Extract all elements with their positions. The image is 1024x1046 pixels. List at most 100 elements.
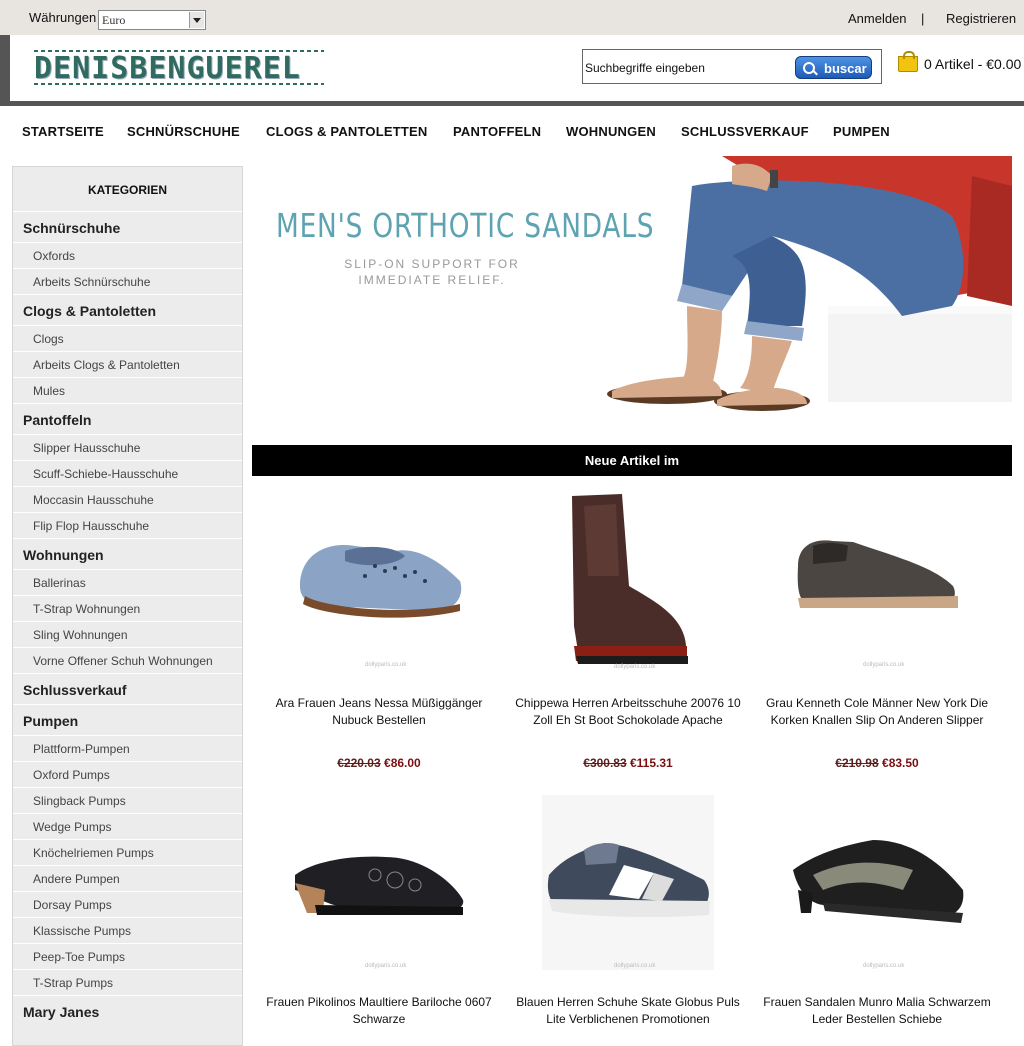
sidebar-item-23[interactable]: Knöchelriemen Pumps	[13, 839, 242, 865]
sidebar-item-24[interactable]: Andere Pumpen	[13, 865, 242, 891]
nav-item-pantoffeln[interactable]: PANTOFFELN	[453, 124, 541, 139]
sidebar-item-1[interactable]: Oxfords	[13, 242, 242, 268]
shopping-bag-icon[interactable]	[898, 51, 918, 72]
sidebar-item-2[interactable]: Arbeits Schnürschuhe	[13, 268, 242, 294]
currency-value: Euro	[102, 13, 126, 27]
nav-item-clogs[interactable]: CLOGS & PANTOLETTEN	[266, 124, 428, 139]
promo-banner[interactable]: MEN'S ORTHOTIC SANDALS SLIP-ON SUPPORT F…	[252, 156, 1012, 432]
sidebar-category-29[interactable]: Mary Janes	[13, 995, 242, 1026]
sidebar-item-label: Moccasin Hausschuhe	[33, 493, 154, 507]
sidebar-item-label: Mary Janes	[23, 1004, 100, 1020]
product-image-blue-sneaker[interactable]: dollyparis.co.uk	[504, 795, 752, 980]
sidebar-item-label: Flip Flop Hausschuhe	[33, 519, 150, 533]
product-image-black-sandal[interactable]: dollyparis.co.uk	[753, 795, 1001, 980]
sidebar-item-label: Schlussverkauf	[23, 682, 127, 698]
product-image-grey-slipon[interactable]: dollyparis.co.uk	[753, 486, 1001, 671]
sidebar-category-7[interactable]: Pantoffeln	[13, 403, 242, 434]
nav-item-startseite[interactable]: STARTSEITE	[22, 124, 104, 139]
sidebar-item-6[interactable]: Mules	[13, 377, 242, 403]
sidebar-item-22[interactable]: Wedge Pumps	[13, 813, 242, 839]
currency-select[interactable]: Euro	[98, 10, 206, 30]
sidebar-item-14[interactable]: T-Strap Wohnungen	[13, 595, 242, 621]
product-name-line1: Frauen Pikolinos Maultiere Bariloche 060…	[266, 995, 492, 1009]
sidebar-item-label: Sling Wohnungen	[33, 628, 128, 642]
banner-subtitle: SLIP-ON SUPPORT FOR IMMEDIATE RELIEF.	[262, 256, 602, 288]
sidebar-item-label: Peep-Toe Pumps	[33, 950, 126, 964]
search-icon	[803, 62, 815, 74]
product-image-brown-boot[interactable]: dollyparis.co.uk	[504, 486, 752, 671]
sidebar-item-28[interactable]: T-Strap Pumps	[13, 969, 242, 995]
register-link[interactable]: Registrieren	[946, 11, 1016, 26]
search-button[interactable]: buscar	[795, 56, 872, 79]
sidebar-item-13[interactable]: Ballerinas	[13, 569, 242, 595]
sidebar-item-label: Slipper Hausschuhe	[33, 441, 141, 455]
sidebar-item-27[interactable]: Peep-Toe Pumps	[13, 943, 242, 969]
sidebar-item-label: Pantoffeln	[23, 412, 92, 428]
sidebar-item-16[interactable]: Vorne Offener Schuh Wohnungen	[13, 647, 242, 673]
product-watermark: dollyparis.co.uk	[863, 963, 905, 969]
header: DENISBENGUEREL Suchbegriffe eingeben bus…	[10, 35, 1024, 101]
sidebar-item-label: Knöchelriemen Pumps	[33, 846, 154, 860]
nav-item-schlussverkauf[interactable]: SCHLUSSVERKAUF	[681, 124, 809, 139]
product-image-blue-loafer[interactable]: dollyparis.co.uk	[255, 486, 503, 671]
login-link[interactable]: Anmelden	[848, 11, 907, 26]
sidebar-item-20[interactable]: Oxford Pumps	[13, 761, 242, 787]
nav-item-pumpen[interactable]: PUMPEN	[833, 124, 890, 139]
sidebar-item-label: Slingback Pumps	[33, 794, 126, 808]
product-name[interactable]: Frauen Sandalen Munro Malia Schwarzem Le…	[753, 994, 1001, 1028]
sidebar-item-21[interactable]: Slingback Pumps	[13, 787, 242, 813]
main-nav: STARTSEITE SCHNÜRSCHUHE CLOGS & PANTOLET…	[0, 106, 1024, 156]
sidebar-item-8[interactable]: Slipper Hausschuhe	[13, 434, 242, 460]
sidebar-item-label: T-Strap Pumps	[33, 976, 114, 990]
sidebar-item-4[interactable]: Clogs	[13, 325, 242, 351]
product-name[interactable]: Blauen Herren Schuhe Skate Globus Puls L…	[504, 994, 752, 1028]
sidebar-item-11[interactable]: Flip Flop Hausschuhe	[13, 512, 242, 538]
nav-item-schnuerschuhe[interactable]: SCHNÜRSCHUHE	[127, 124, 240, 139]
sidebar-item-label: Pumpen	[23, 713, 79, 729]
sidebar-item-label: Vorne Offener Schuh Wohnungen	[33, 654, 213, 668]
product-watermark: dollyparis.co.uk	[365, 963, 407, 969]
sidebar-category-18[interactable]: Pumpen	[13, 704, 242, 735]
nav-item-wohnungen[interactable]: WOHNUNGEN	[566, 124, 656, 139]
product-name[interactable]: Ara Frauen Jeans Nessa Müßiggänger Nubuc…	[255, 695, 503, 729]
logo-rule-bottom	[34, 83, 324, 85]
category-sidebar: KATEGORIEN Schnürschuhe Oxfords Arbeits Sc…	[12, 166, 243, 1046]
product-name[interactable]: Chippewa Herren Arbeitsschuhe 20076 10 Z…	[504, 695, 752, 729]
sidebar-item-25[interactable]: Dorsay Pumps	[13, 891, 242, 917]
sidebar-item-label: Wohnungen	[23, 547, 104, 563]
site-logo[interactable]: DENISBENGUEREL	[34, 51, 301, 86]
product-name-line1: Chippewa Herren Arbeitsschuhe 20076 10	[515, 696, 741, 710]
sidebar-item-5[interactable]: Arbeits Clogs & Pantoletten	[13, 351, 242, 377]
sidebar-item-label: Ballerinas	[33, 576, 86, 590]
product-name-line2: Lite Verblichenen Promotionen	[546, 1012, 710, 1026]
sidebar-item-label: Arbeits Clogs & Pantoletten	[33, 358, 180, 372]
sidebar-category-0[interactable]: Schnürschuhe	[13, 211, 242, 242]
sidebar-category-12[interactable]: Wohnungen	[13, 538, 242, 569]
product-name-line2: Leder Bestellen Schiebe	[811, 1012, 943, 1026]
product-name-line2: Zoll Eh St Boot Schokolade Apache	[533, 713, 723, 727]
header-left-border	[0, 35, 10, 106]
sidebar-item-9[interactable]: Scuff-Schiebe-Hausschuhe	[13, 460, 242, 486]
sidebar-item-19[interactable]: Plattform-Pumpen	[13, 735, 242, 761]
product-name-line1: Blauen Herren Schuhe Skate Globus Puls	[516, 995, 740, 1009]
sidebar-item-label: Clogs & Pantoletten	[23, 303, 157, 319]
sidebar-item-26[interactable]: Klassische Pumps	[13, 917, 242, 943]
sidebar-item-15[interactable]: Sling Wohnungen	[13, 621, 242, 647]
chevron-down-icon[interactable]	[189, 12, 204, 28]
product-image-black-mule[interactable]: dollyparis.co.uk	[255, 795, 503, 980]
cart-summary[interactable]: 0 Artikel - €0.00	[924, 56, 1021, 72]
search-input[interactable]: Suchbegriffe eingeben buscar	[582, 49, 882, 84]
sidebar-item-label: Schnürschuhe	[23, 220, 121, 236]
sidebar-item-label: Klassische Pumps	[33, 924, 132, 938]
product-name[interactable]: Frauen Pikolinos Maultiere Bariloche 060…	[255, 994, 503, 1028]
sidebar-item-label: Mules	[33, 384, 66, 398]
product-name[interactable]: Grau Kenneth Cole Männer New York Die Ko…	[753, 695, 1001, 729]
sidebar-item-10[interactable]: Moccasin Hausschuhe	[13, 486, 242, 512]
old-price: €220.03	[337, 756, 381, 770]
sidebar-category-3[interactable]: Clogs & Pantoletten	[13, 294, 242, 325]
sidebar-category-17[interactable]: Schlussverkauf	[13, 673, 242, 704]
sidebar-item-label: Andere Pumpen	[33, 872, 120, 886]
product-price: €220.03 €86.00	[255, 756, 503, 770]
new-price: €86.00	[384, 756, 421, 770]
separator: |	[921, 11, 925, 26]
